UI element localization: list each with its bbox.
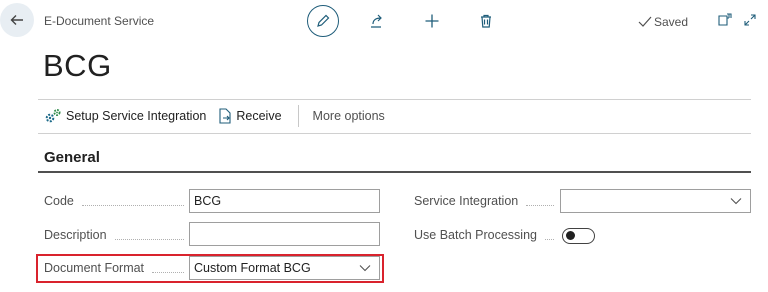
new-button[interactable]: [422, 11, 442, 31]
check-icon: [638, 16, 652, 27]
leader-dots: [544, 238, 554, 240]
open-new-window-button[interactable]: [716, 11, 734, 29]
more-options-button[interactable]: More options: [313, 109, 385, 123]
pencil-icon: [317, 14, 330, 27]
document-arrow-icon: [219, 108, 231, 124]
action-bar-bottom-divider: [38, 133, 751, 134]
expand-icon: [744, 14, 756, 26]
description-field-caption: Description: [44, 228, 184, 242]
trash-icon: [481, 14, 491, 28]
setup-service-integration-label: Setup Service Integration: [66, 109, 207, 123]
code-label: Code: [44, 194, 74, 208]
open-in-new-window-icon: [718, 13, 732, 26]
batch-processing-toggle[interactable]: [562, 228, 595, 244]
action-separator: [297, 105, 299, 127]
leader-dots: [114, 238, 184, 240]
chevron-down-icon: [359, 265, 371, 272]
gears-icon: [45, 109, 61, 123]
app-title: E-Document Service: [44, 14, 155, 28]
edit-button[interactable]: [307, 5, 339, 37]
batch-processing-label: Use Batch Processing: [414, 228, 537, 242]
receive-label: Receive: [236, 109, 282, 123]
service-integration-select[interactable]: [560, 189, 751, 213]
batch-processing-field-caption: Use Batch Processing: [414, 228, 554, 242]
leader-dots: [152, 271, 184, 273]
action-bar-top-divider: [38, 99, 751, 100]
plus-icon: [425, 14, 439, 28]
back-button[interactable]: [0, 3, 34, 37]
more-options-label: More options: [312, 109, 385, 123]
section-title[interactable]: General: [44, 149, 100, 166]
delete-button[interactable]: [476, 11, 496, 31]
leader-dots: [526, 204, 554, 206]
document-format-select[interactable]: Custom Format BCG: [189, 256, 380, 280]
service-integration-label: Service Integration: [414, 194, 519, 208]
saved-status: Saved: [638, 15, 688, 29]
saved-label: Saved: [654, 15, 689, 29]
description-label: Description: [44, 228, 107, 242]
setup-service-integration-button[interactable]: Setup Service Integration: [44, 108, 206, 124]
document-format-value: Custom Format BCG: [194, 261, 311, 275]
receive-button[interactable]: Receive: [218, 108, 282, 124]
code-field[interactable]: BCG: [189, 189, 380, 213]
arrow-left-icon: [10, 15, 23, 25]
section-underline: [38, 171, 751, 173]
chevron-down-icon: [730, 198, 742, 205]
page-title: BCG: [43, 48, 112, 83]
document-format-field-caption: Document Format: [44, 261, 184, 275]
service-integration-field-caption: Service Integration: [414, 194, 554, 208]
share-icon: [371, 14, 382, 28]
action-bar: Setup Service Integration Receive More o…: [44, 102, 397, 130]
toggle-knob: [566, 231, 575, 240]
expand-button[interactable]: [741, 11, 759, 29]
document-format-label: Document Format: [44, 261, 145, 275]
code-field-caption: Code: [44, 194, 184, 208]
leader-dots: [81, 204, 184, 206]
share-button[interactable]: [367, 11, 387, 31]
description-field[interactable]: [189, 222, 380, 246]
